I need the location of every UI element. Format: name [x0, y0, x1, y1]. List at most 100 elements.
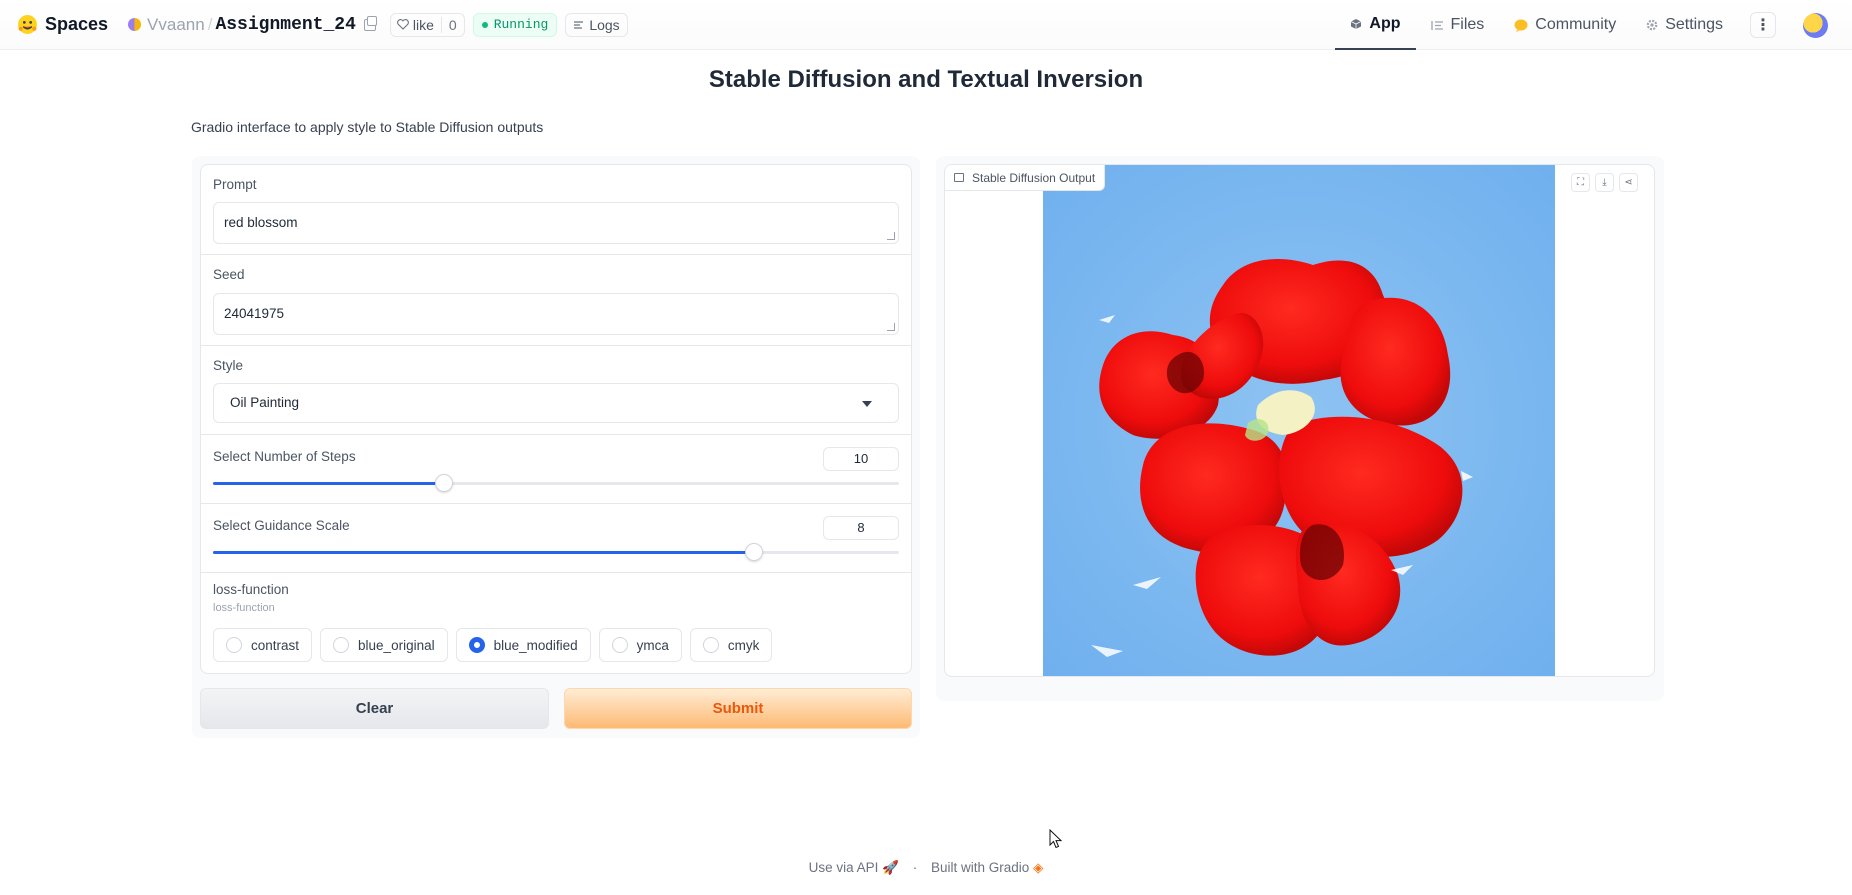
built-with-gradio-link[interactable]: Built with Gradio	[931, 860, 1029, 875]
spaces-label: Spaces	[45, 14, 109, 34]
share-icon[interactable]: ⋖	[1619, 173, 1638, 192]
gradio-logo-icon: ◈	[1033, 860, 1044, 875]
steps-label: Select Number of Steps	[213, 449, 356, 464]
tab-files[interactable]: Files	[1416, 0, 1500, 50]
style-dropdown[interactable]: Oil Painting	[213, 383, 899, 423]
radio-circle-icon	[333, 637, 350, 653]
guidance-slider[interactable]	[213, 543, 899, 561]
heart-icon	[397, 19, 409, 30]
logs-label: Logs	[589, 16, 620, 33]
tab-settings-label: Settings	[1665, 16, 1723, 33]
community-icon	[1514, 19, 1528, 32]
guidance-slider-fill	[213, 551, 755, 554]
output-label-text: Stable Diffusion Output	[972, 170, 1096, 185]
seed-block: Seed 24041975	[201, 255, 911, 346]
more-options-button[interactable]: ⋮	[1750, 12, 1776, 38]
output-label: Stable Diffusion Output	[945, 165, 1106, 191]
resize-handle-icon[interactable]	[887, 323, 895, 331]
hugging-face-logo-icon	[18, 15, 37, 34]
status-badge: Running	[472, 12, 558, 37]
rocket-icon: 🚀	[882, 860, 899, 875]
spaces-home-link[interactable]: Spaces	[17, 14, 108, 35]
seed-value: 24041975	[224, 306, 285, 321]
steps-slider[interactable]	[213, 474, 899, 492]
radio-blue-original[interactable]: blue_original	[320, 628, 448, 662]
steps-slider-fill	[213, 482, 445, 485]
steps-block: Select Number of Steps 10	[201, 435, 911, 504]
owner-link[interactable]: Vvaann	[147, 15, 205, 35]
logs-button[interactable]: Logs	[565, 12, 628, 37]
steps-slider-thumb[interactable]	[435, 474, 454, 492]
radio-circle-icon	[611, 637, 628, 653]
seed-input[interactable]: 24041975	[213, 293, 899, 335]
loss-function-info: loss-function	[213, 602, 275, 614]
mouse-cursor-icon	[1049, 829, 1063, 849]
loss-function-radio-group: contrast blue_original blue_modified ymc…	[213, 628, 773, 662]
input-form: Prompt red blossom Seed 24041975 Style O…	[200, 164, 912, 674]
chevron-down-icon	[862, 401, 872, 407]
files-icon	[1430, 20, 1443, 30]
submit-button[interactable]: Submit	[564, 688, 912, 729]
copy-icon[interactable]	[363, 15, 377, 31]
gear-icon	[1646, 19, 1658, 31]
tab-app-label: App	[1369, 15, 1401, 32]
loss-function-label: loss-function	[213, 582, 289, 597]
breadcrumb-separator: /	[207, 14, 213, 34]
resize-handle-icon[interactable]	[887, 232, 895, 240]
radio-label: cmyk	[727, 637, 760, 653]
status-dot-icon	[481, 21, 488, 28]
prompt-input[interactable]: red blossom	[213, 202, 899, 244]
page-title: Stable Diffusion and Textual Inversion	[708, 66, 1144, 93]
radio-blue-modified[interactable]: blue_modified	[455, 628, 591, 662]
user-avatar[interactable]	[1803, 12, 1828, 38]
breadcrumb: Vvaann / Assignment_24	[128, 14, 377, 35]
cube-icon	[1351, 19, 1362, 29]
output-image-box: Stable Diffusion Output ⛶ ⤓ ⋖	[944, 164, 1655, 677]
guidance-number-input[interactable]: 8	[823, 516, 899, 540]
prompt-value: red blossom	[224, 215, 298, 230]
tab-settings[interactable]: Settings	[1631, 0, 1738, 50]
prompt-block: Prompt red blossom	[201, 165, 911, 255]
radio-contrast[interactable]: contrast	[213, 628, 313, 662]
like-label-wrap: like	[391, 17, 441, 33]
tab-app[interactable]: App	[1335, 0, 1416, 50]
like-button[interactable]: like 0	[389, 12, 465, 37]
like-count: 0	[440, 16, 464, 33]
guidance-block: Select Guidance Scale 8	[201, 504, 911, 573]
seed-label: Seed	[213, 267, 245, 282]
style-value: Oil Painting	[230, 395, 300, 410]
image-icon	[954, 173, 964, 182]
logs-icon	[574, 20, 584, 29]
radio-ymca[interactable]: ymca	[598, 628, 682, 662]
fullscreen-icon[interactable]: ⛶	[1571, 173, 1590, 192]
owner-avatar	[128, 18, 142, 31]
radio-circle-checked-icon	[468, 637, 485, 653]
radio-label: contrast	[251, 637, 300, 653]
tab-community[interactable]: Community	[1499, 0, 1631, 50]
guidance-label: Select Guidance Scale	[213, 518, 350, 533]
download-icon[interactable]: ⤓	[1595, 173, 1614, 192]
steps-number-input[interactable]: 10	[823, 447, 899, 471]
clear-button[interactable]: Clear	[200, 688, 549, 729]
radio-circle-icon	[702, 637, 719, 653]
radio-label: ymca	[636, 637, 669, 653]
prompt-label: Prompt	[213, 177, 257, 192]
page-description: Gradio interface to apply style to Stabl…	[191, 119, 544, 135]
top-header: Spaces Vvaann / Assignment_24 like 0 Run…	[0, 0, 1852, 50]
input-panel: Prompt red blossom Seed 24041975 Style O…	[192, 156, 920, 738]
tab-community-label: Community	[1535, 16, 1617, 33]
style-block: Style Oil Painting	[201, 346, 911, 435]
guidance-slider-thumb[interactable]	[745, 543, 764, 561]
image-toolbar: ⛶ ⤓ ⋖	[1571, 173, 1638, 192]
output-panel: Stable Diffusion Output ⛶ ⤓ ⋖	[936, 156, 1664, 701]
radio-label: blue_original	[358, 637, 435, 653]
use-via-api-link[interactable]: Use via API	[809, 860, 879, 875]
like-label: like	[412, 16, 434, 33]
radio-label: blue_modified	[493, 637, 578, 653]
footer-separator: ·	[912, 860, 918, 875]
tab-files-label: Files	[1450, 16, 1485, 33]
repo-link[interactable]: Assignment_24	[215, 15, 355, 35]
radio-cmyk[interactable]: cmyk	[689, 628, 773, 662]
status-label: Running	[493, 17, 549, 32]
page-footer: Use via API 🚀 · Built with Gradio ◈	[0, 860, 1852, 876]
